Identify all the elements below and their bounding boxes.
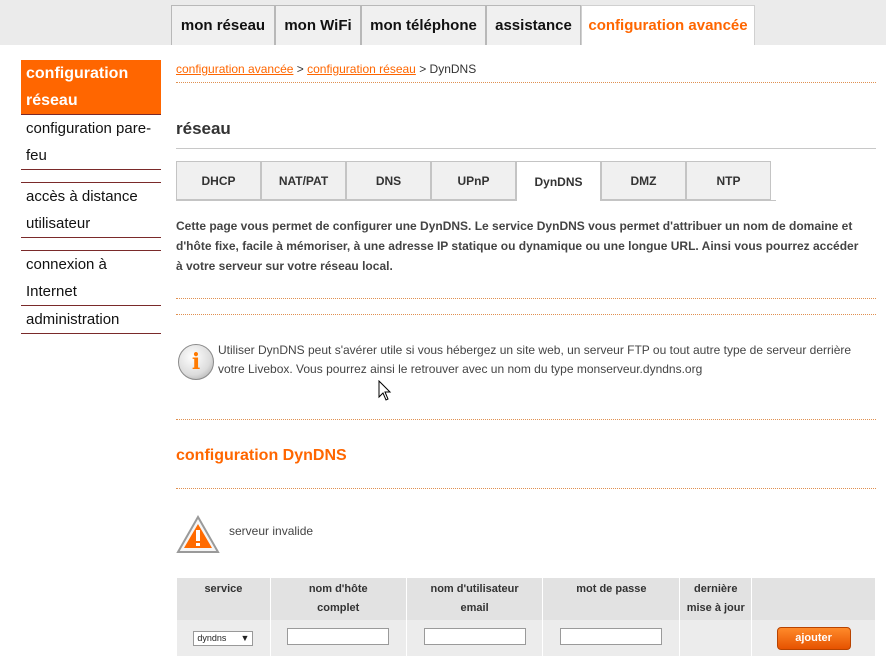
password-input[interactable] — [560, 628, 663, 645]
nav-tab-configuration-avancee[interactable]: configuration avancée — [581, 5, 755, 45]
dotted-divider — [176, 488, 876, 489]
nav-tab-mon-wifi[interactable]: mon WiFi — [275, 5, 361, 45]
table-header-row: service nom d'hôte complet nom d'utilisat… — [176, 578, 876, 620]
info-icon: i — [178, 344, 214, 380]
sidebar-item-administration[interactable]: administration — [21, 306, 161, 333]
mouse-cursor-icon — [378, 379, 392, 407]
add-button[interactable]: ajouter — [776, 626, 851, 650]
tab-dyndns[interactable]: DynDNS — [516, 161, 601, 201]
sidebar-divider — [21, 237, 161, 251]
top-navigation-bar: mon réseau mon WiFi mon téléphone assist… — [0, 0, 886, 45]
breadcrumb: configuration avancée > configuration ré… — [176, 62, 476, 76]
column-header-username: nom d'utilisateur email — [405, 578, 544, 620]
warning-icon — [176, 514, 220, 560]
tab-ntp[interactable]: NTP — [686, 161, 771, 200]
password-cell — [542, 620, 681, 656]
username-input[interactable] — [423, 628, 526, 645]
service-cell: dyndns ▼ — [176, 620, 271, 656]
hostname-cell — [269, 620, 407, 656]
subtabs-baseline — [176, 200, 776, 201]
sidebar-item-configuration-pare-feu[interactable]: configuration pare-feu — [21, 115, 161, 169]
page-description: Cette page vous permet de configurer une… — [176, 219, 859, 273]
sidebar-item-configuration-reseau[interactable]: configuration réseau — [21, 60, 161, 114]
sidebar-divider — [21, 333, 161, 334]
dotted-divider — [176, 298, 876, 299]
dropdown-arrow-icon: ▼ — [240, 633, 250, 643]
column-header-last-update: dernière mise à jour — [679, 578, 753, 620]
hostname-input[interactable] — [287, 628, 390, 645]
dotted-divider — [176, 314, 876, 315]
sidebar-divider — [21, 169, 161, 183]
breadcrumb-separator: > — [415, 62, 430, 76]
title-divider — [176, 148, 876, 149]
nav-tab-assistance[interactable]: assistance — [486, 5, 581, 45]
sidebar-item-connexion-internet[interactable]: connexion à Internet — [21, 251, 161, 305]
actions-cell: ajouter — [751, 620, 876, 656]
sidebar-item-acces-distance[interactable]: accès à distance utilisateur — [21, 183, 161, 237]
tab-dmz[interactable]: DMZ — [601, 161, 686, 200]
tab-dhcp[interactable]: DHCP — [176, 161, 261, 200]
breadcrumb-current: DynDNS — [429, 62, 477, 76]
dotted-divider — [176, 419, 876, 420]
tab-upnp[interactable]: UPnP — [431, 161, 516, 200]
last-update-cell — [679, 620, 753, 656]
breadcrumb-link-configuration-reseau[interactable]: configuration réseau — [307, 62, 416, 76]
column-header-service: service — [176, 578, 271, 620]
dotted-divider — [176, 82, 876, 83]
column-header-hostname: nom d'hôte complet — [269, 578, 407, 620]
tab-nat-pat[interactable]: NAT/PAT — [261, 161, 346, 200]
dyndns-table: service nom d'hôte complet nom d'utilisat… — [176, 578, 876, 656]
table-row: dyndns ▼ ajouter — [176, 620, 876, 656]
warning-message: serveur invalide — [229, 524, 314, 538]
nav-tab-mon-telephone[interactable]: mon téléphone — [361, 5, 486, 45]
info-message: Utiliser DynDNS peut s'avérer utile si v… — [218, 343, 852, 376]
tab-dns[interactable]: DNS — [346, 161, 431, 200]
breadcrumb-separator: > — [293, 62, 308, 76]
service-select[interactable]: dyndns ▼ — [193, 630, 254, 646]
username-cell — [405, 620, 544, 656]
column-header-password: mot de passe — [542, 578, 681, 620]
section-heading-configuration-dyndns: configuration DynDNS — [176, 447, 347, 464]
page-title: réseau — [176, 119, 231, 138]
nav-tab-mon-reseau[interactable]: mon réseau — [171, 5, 275, 45]
sidebar: configuration réseau configuration pare-… — [21, 60, 161, 334]
column-header-actions — [751, 578, 876, 620]
breadcrumb-link-configuration-avancee[interactable]: configuration avancée — [176, 62, 293, 76]
